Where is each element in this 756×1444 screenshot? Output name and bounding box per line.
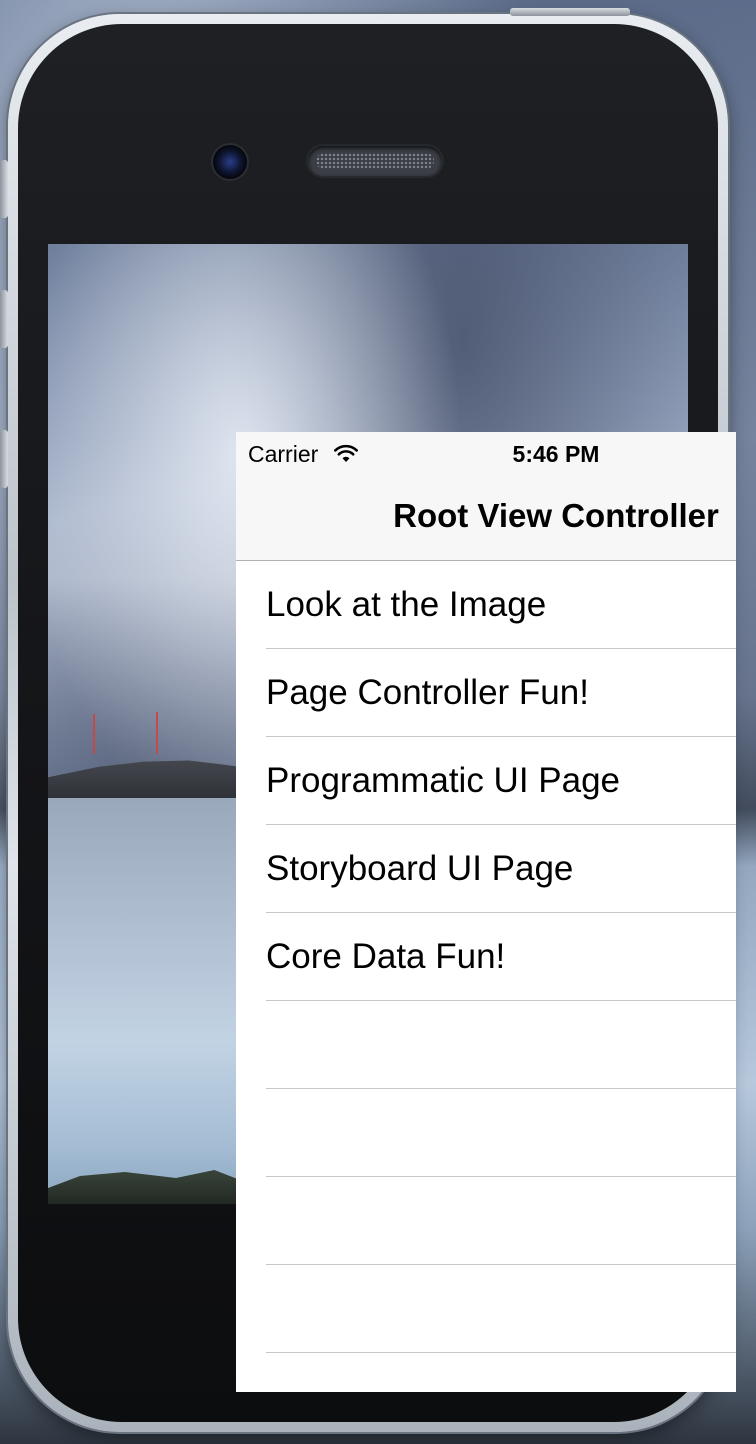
mute-switch[interactable] xyxy=(0,160,8,218)
radio-tower xyxy=(93,714,95,754)
row-label: Page Controller Fun! xyxy=(266,673,589,712)
volume-down-button[interactable] xyxy=(0,430,8,488)
status-time: 5:46 PM xyxy=(512,441,600,467)
table-row[interactable]: Page Controller Fun! xyxy=(236,649,736,737)
table-row[interactable]: Look at the Image xyxy=(236,561,736,649)
empty-table-row xyxy=(236,1089,736,1177)
app-window: Carrier 5:46 PM Root View Controller Loo… xyxy=(236,432,736,1392)
row-label: Programmatic UI Page xyxy=(266,761,621,800)
row-label: Storyboard UI Page xyxy=(266,849,574,888)
table-row[interactable]: Programmatic UI Page xyxy=(236,737,736,825)
front-camera xyxy=(213,145,247,179)
empty-table-row xyxy=(236,1265,736,1353)
navigation-bar: Carrier 5:46 PM Root View Controller xyxy=(236,432,736,561)
sleep-button[interactable] xyxy=(510,8,630,16)
row-label: Core Data Fun! xyxy=(266,937,506,976)
empty-table-row xyxy=(236,1001,736,1089)
table-row[interactable]: Core Data Fun! xyxy=(236,913,736,1001)
radio-tower xyxy=(156,712,158,754)
row-label: Look at the Image xyxy=(266,585,547,624)
empty-table-row xyxy=(236,1177,736,1265)
menu-table: Look at the Image Page Controller Fun! P… xyxy=(236,561,736,1353)
table-row[interactable]: Storyboard UI Page xyxy=(236,825,736,913)
volume-up-button[interactable] xyxy=(0,290,8,348)
page-title: Root View Controller xyxy=(393,497,719,534)
earpiece-speaker xyxy=(308,146,442,176)
